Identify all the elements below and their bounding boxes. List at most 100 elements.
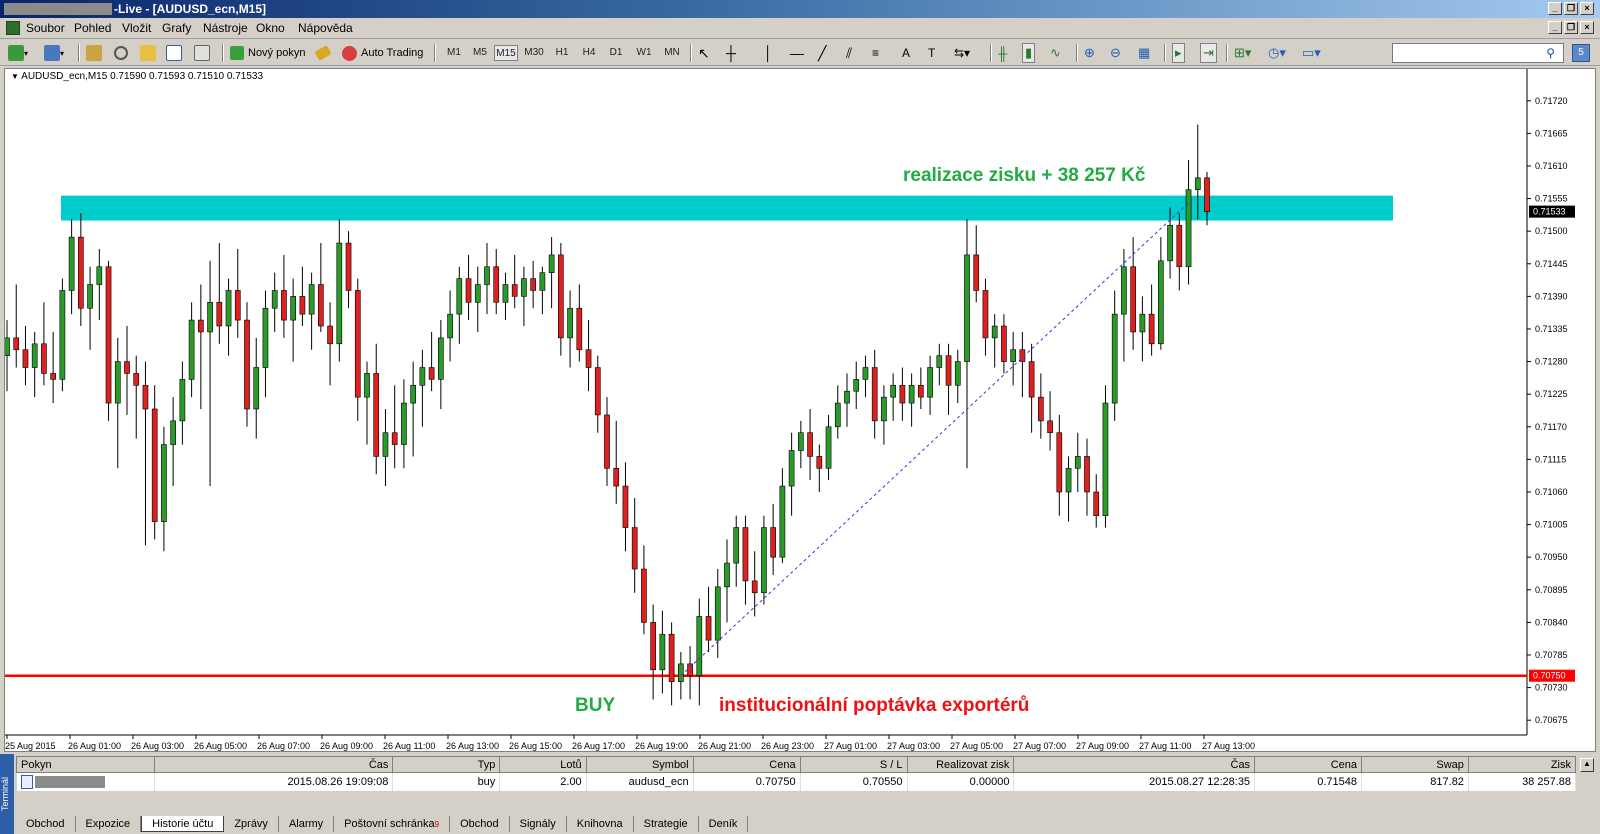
table-row[interactable]: 2015.08.26 19:09:08 buy 2.00 audusd_ecn … (16, 772, 1577, 791)
x-tick-label: 27 Aug 01:00 (824, 741, 877, 751)
col-tp[interactable]: Realizovat zisk (906, 756, 1015, 773)
zoom-in-button[interactable]: ⊕ (1084, 43, 1095, 63)
text-tool[interactable]: A (902, 43, 910, 63)
col-swap[interactable]: Swap (1361, 756, 1469, 773)
candle-body (170, 420, 176, 445)
x-tick-label: 26 Aug 21:00 (698, 741, 751, 751)
data-window-button[interactable] (114, 43, 128, 63)
minimize-button[interactable]: _ (1548, 2, 1562, 15)
timeframe-h4[interactable]: H4 (577, 45, 601, 61)
tab-knihovna[interactable]: Knihovna (567, 816, 634, 832)
navigator-button[interactable] (140, 43, 156, 63)
timeframe-m5[interactable]: M5 (468, 45, 492, 61)
horizontal-line-tool[interactable]: — (790, 43, 804, 63)
candle-body (465, 278, 472, 303)
autoscroll-button[interactable]: ▸ (1172, 43, 1185, 63)
tester-button[interactable] (194, 43, 210, 63)
timeframe-d1[interactable]: D1 (604, 45, 628, 61)
tab-strategie[interactable]: Strategie (634, 816, 699, 832)
tab-zpravy[interactable]: Zprávy (224, 816, 279, 832)
line-chart-button[interactable]: ∿ (1050, 43, 1061, 63)
zoom-out-button[interactable]: ⊖ (1110, 43, 1121, 63)
indicators-button[interactable]: ⊞▾ (1234, 43, 1251, 63)
col-pokyn[interactable]: Pokyn (16, 756, 155, 773)
search-icon: ⚲ (1546, 46, 1555, 60)
timeframe-w1[interactable]: W1 (632, 45, 656, 61)
support-price-label: 0.70750 (1533, 671, 1566, 681)
tab-obchod-market[interactable]: Obchod (450, 816, 510, 832)
tab-historie-uctu[interactable]: Historie účtu (141, 816, 225, 832)
search-input[interactable]: ⚲ (1392, 43, 1564, 63)
timeframe-mn[interactable]: MN (660, 45, 684, 61)
tab-expozice[interactable]: Expozice (76, 816, 142, 832)
text-label-tool[interactable]: T (928, 43, 935, 63)
menu-grafy[interactable]: Grafy (162, 21, 191, 35)
market-watch-button[interactable] (86, 43, 102, 63)
tab-obchod[interactable]: Obchod (16, 816, 76, 832)
templates-button[interactable]: ▭▾ (1302, 43, 1321, 63)
col-typ[interactable]: Typ (392, 756, 501, 773)
candle-body (50, 373, 56, 380)
col-close-time[interactable]: Čas (1013, 756, 1256, 773)
vertical-line-tool[interactable]: │ (764, 43, 773, 63)
candle-body (668, 633, 675, 682)
col-lotu[interactable]: Lotů (499, 756, 587, 773)
cursor-tool[interactable]: ↖ (698, 43, 710, 63)
messages-icon[interactable]: 5 (1572, 44, 1590, 62)
menu-pohled[interactable]: Pohled (74, 21, 111, 35)
menu-napoveda[interactable]: Nápověda (298, 21, 353, 35)
tile-windows-button[interactable]: ▦ (1138, 43, 1150, 63)
terminal-button[interactable] (166, 43, 182, 63)
col-cas[interactable]: Čas (153, 756, 394, 773)
tab-denik[interactable]: Deník (699, 816, 749, 832)
periods-button[interactable]: ◷▾ (1268, 43, 1286, 63)
crosshair-tool[interactable]: ┼ (726, 43, 736, 63)
candle-body (59, 290, 66, 380)
restore-button[interactable]: ❐ (1564, 2, 1578, 15)
col-symbol[interactable]: Symbol (585, 756, 694, 773)
tab-postovni-schranka[interactable]: Poštovní schránka9 (334, 816, 451, 832)
auto-trading-button[interactable]: Auto Trading (342, 43, 423, 63)
menu-nastroje[interactable]: Nástroje (203, 21, 248, 35)
menu-soubor[interactable]: Soubor (26, 21, 65, 35)
tab-alarmy[interactable]: Alarmy (279, 816, 335, 832)
new-order-button[interactable]: Nový pokyn (230, 43, 305, 63)
equidistant-channel-tool[interactable]: ⫽ (846, 43, 852, 63)
tab-signaly[interactable]: Signály (510, 816, 567, 832)
chart-window[interactable]: 0.71720 0.71665 0.71610 0.71555 0.71500 0.714… (4, 68, 1596, 752)
timeframe-m15[interactable]: M15 (494, 45, 518, 61)
crosshair-target-icon (114, 46, 128, 60)
y-tick-label: 0.71500 (1535, 226, 1568, 236)
timeframe-m1[interactable]: M1 (442, 45, 466, 61)
child-restore-button[interactable]: ❐ (1564, 21, 1578, 34)
metaeditor-button[interactable] (314, 43, 332, 63)
new-chart-button[interactable]: ▾ (8, 43, 28, 63)
fibonacci-tool[interactable]: ≡ (872, 43, 879, 63)
candle-body (484, 266, 490, 285)
scroll-up-button[interactable]: ▲ (1580, 758, 1594, 772)
chart-shift-button[interactable]: ⇥ (1200, 43, 1217, 63)
col-zisk[interactable]: Zisk (1467, 756, 1577, 773)
app-icon[interactable] (6, 21, 20, 35)
bar-chart-button[interactable]: ╫ (998, 43, 1007, 63)
x-tick-label: 26 Aug 13:00 (446, 741, 499, 751)
timeframe-h1[interactable]: H1 (550, 45, 574, 61)
close-button[interactable]: × (1580, 2, 1594, 15)
child-close-button[interactable]: × (1580, 21, 1594, 34)
timeframe-m30[interactable]: M30 (522, 45, 546, 61)
price-chart[interactable]: 0.71720 0.71665 0.71610 0.71555 0.71500 0.714… (5, 69, 1597, 753)
candle-body (982, 290, 989, 339)
candlestick-chart-button[interactable]: ▮ (1022, 43, 1036, 63)
trendline-tool[interactable]: ╱ (818, 43, 826, 63)
child-minimize-button[interactable]: _ (1548, 21, 1562, 34)
candle-body (936, 355, 943, 368)
candle-body (225, 290, 232, 327)
col-sl[interactable]: S / L (799, 756, 908, 773)
arrows-tool[interactable]: ⇆▾ (954, 43, 970, 63)
col-close-price[interactable]: Cena (1254, 756, 1362, 773)
candle-body (133, 373, 140, 386)
profiles-button[interactable]: ▾ (44, 43, 64, 63)
menu-vlozit[interactable]: Vložit (122, 21, 151, 35)
menu-okno[interactable]: Okno (256, 21, 285, 35)
col-cena[interactable]: Cena (692, 756, 801, 773)
